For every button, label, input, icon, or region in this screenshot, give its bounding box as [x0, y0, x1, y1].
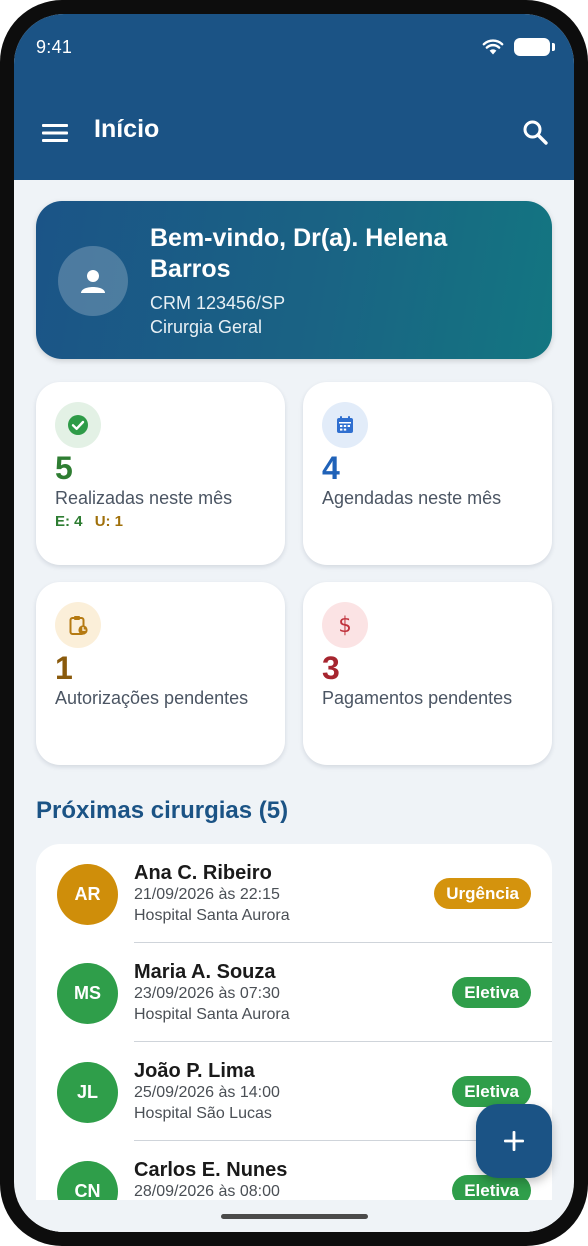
status-badge: Urgência	[434, 878, 531, 909]
stat-card-scheduled[interactable]: 4 Agendadas neste mês	[303, 382, 552, 565]
hospital-name: Hospital Santa Aurora	[134, 1006, 290, 1023]
search-icon[interactable]	[520, 117, 550, 147]
status-badge: Eletiva	[452, 1076, 531, 1107]
status-time: 9:41	[36, 37, 73, 57]
crm-number: CRM 123456/SP	[150, 293, 286, 313]
surgery-list: AR Ana C. Ribeiro 21/09/2026 às 22:15 Ho…	[36, 844, 552, 1232]
top-app-bar: 9:41 Início	[14, 14, 574, 180]
stat-label: Autorizações pendentes	[55, 688, 249, 708]
stat-value: 5	[55, 450, 73, 486]
stat-label: Realizadas neste mês	[55, 488, 233, 508]
stat-label: Agendadas neste mês	[322, 488, 502, 508]
page-title: Início	[94, 115, 160, 143]
hospital-name: Hospital Santa Aurora	[134, 907, 290, 924]
stat-label: Pagamentos pendentes	[322, 688, 513, 708]
list-item[interactable]: AR Ana C. Ribeiro 21/09/2026 às 22:15 Ho…	[36, 844, 552, 943]
screen: 9:41 Início Bem-vindo, Dr(a). Helena Bar…	[14, 14, 574, 1232]
surgery-datetime: 23/09/2026 às 07:30	[134, 985, 280, 1002]
specialty: Cirurgia Geral	[150, 317, 263, 337]
stat-card-authorizations[interactable]: 1 Autorizações pendentes	[36, 582, 285, 765]
patient-name: Carlos E. Nunes	[134, 1159, 288, 1181]
urgent-count: U: 1	[94, 513, 124, 530]
stat-card-performed[interactable]: 5 Realizadas neste mês E: 4 U: 1	[36, 382, 285, 565]
stat-breakdown: E: 4 U: 1	[55, 513, 123, 530]
stat-value: 4	[322, 450, 340, 486]
list-item[interactable]: JL João P. Lima 25/09/2026 às 14:00 Hosp…	[36, 1042, 552, 1141]
wifi-icon	[482, 39, 504, 55]
add-surgery-button[interactable]	[476, 1104, 552, 1178]
phone-frame: 9:41 Início Bem-vindo, Dr(a). Helena Bar…	[0, 0, 588, 1246]
list-item[interactable]: MS Maria A. Souza 23/09/2026 às 07:30 Ho…	[36, 943, 552, 1042]
plus-icon	[504, 1131, 524, 1151]
avatar: MS	[57, 963, 118, 1024]
clipboard-clock-icon	[55, 602, 101, 648]
person-icon	[58, 246, 128, 316]
calendar-icon	[322, 402, 368, 448]
surgery-datetime: 25/09/2026 às 14:00	[134, 1084, 280, 1101]
hospital-name: Hospital São Lucas	[134, 1105, 272, 1122]
welcome-card: Bem-vindo, Dr(a). Helena Barros CRM 1234…	[36, 201, 552, 359]
stat-card-payments[interactable]: $ 3 Pagamentos pendentes	[303, 582, 552, 765]
welcome-text: Bem-vindo, Dr(a). Helena Barros CRM 1234…	[150, 223, 530, 339]
patient-name: Ana C. Ribeiro	[134, 862, 272, 884]
welcome-title: Bem-vindo, Dr(a). Helena Barros	[150, 224, 448, 283]
stat-value: 3	[322, 650, 340, 686]
check-circle-icon	[55, 402, 101, 448]
avatar: AR	[57, 864, 118, 925]
surgery-datetime: 21/09/2026 às 22:15	[134, 886, 280, 903]
home-indicator[interactable]	[221, 1214, 368, 1219]
stat-value: 1	[55, 650, 73, 686]
patient-name: João P. Lima	[134, 1060, 255, 1082]
status-icons	[482, 38, 555, 56]
battery-icon	[514, 38, 555, 56]
upcoming-title: Próximas cirurgias (5)	[36, 797, 289, 824]
menu-icon[interactable]	[40, 118, 70, 148]
elective-count: E: 4	[55, 513, 83, 530]
dollar-icon: $	[322, 602, 368, 648]
patient-name: Maria A. Souza	[134, 961, 276, 983]
status-badge: Eletiva	[452, 977, 531, 1008]
avatar: JL	[57, 1062, 118, 1123]
surgery-datetime: 28/09/2026 às 08:00	[134, 1183, 280, 1200]
